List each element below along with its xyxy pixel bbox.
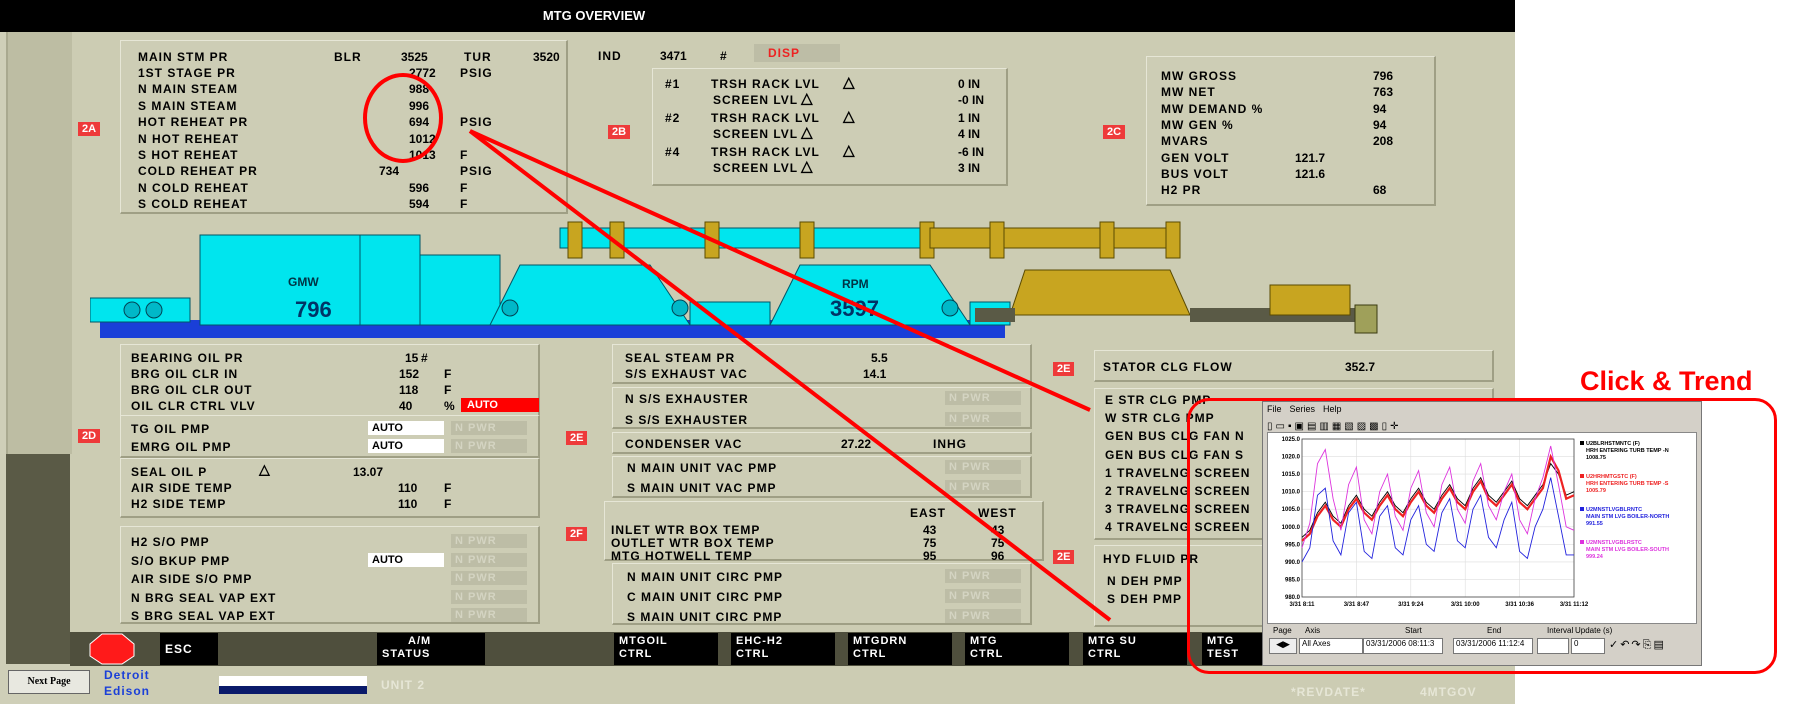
axis-select[interactable]: All Axes [1299, 638, 1363, 654]
trend-menu-bar: File Series Help [1267, 404, 1350, 414]
trend-menu-item[interactable]: Help [1323, 404, 1342, 414]
legend-value: 999.24 [1586, 554, 1604, 560]
update-input[interactable]: 0 [1571, 638, 1605, 654]
end-time-input[interactable]: 03/31/2006 11:12:4 [1453, 638, 1533, 654]
x-tick-label: 3/31 8:11 [1289, 602, 1315, 608]
footer-page-label: Page [1273, 626, 1292, 635]
trend-footer: Page Axis Start End Interval Update (s) … [1267, 626, 1697, 662]
footer-interval-label: Interval [1547, 626, 1574, 635]
interval-select[interactable] [1537, 638, 1569, 654]
y-tick-label: 1025.0 [1282, 437, 1301, 443]
legend-marker [1580, 474, 1584, 478]
trend-menu-item[interactable]: File [1267, 404, 1282, 414]
legend-marker [1580, 441, 1584, 445]
legend-value: 1008.75 [1586, 455, 1606, 461]
footer-start-label: Start [1405, 626, 1422, 635]
legend-tag: U2BLRHSTMNTC (F) [1586, 441, 1640, 447]
series-line-1 [1301, 453, 1575, 542]
y-tick-label: 980.0 [1285, 595, 1301, 601]
legend-value: 991.55 [1586, 521, 1603, 527]
legend-desc: MAIN STM LVG BOILER-SOUTH [1586, 547, 1669, 553]
callout-title: Click & Trend [1580, 366, 1753, 396]
y-tick-label: 1005.0 [1282, 507, 1301, 513]
trend-chart[interactable]: 1025.0 1020.0 1015.0 1010.0 1005.0 1000.0 995.… [1268, 433, 1696, 623]
y-tick-label: 1000.0 [1282, 525, 1301, 531]
x-tick-label: 3/31 9:24 [1398, 602, 1424, 608]
trend-plot-frame: 1025.0 1020.0 1015.0 1010.0 1005.0 1000.0 995.… [1267, 432, 1697, 624]
legend-desc: HRH ENTERING TURB TEMP -N [1586, 448, 1669, 454]
toolbar-icons[interactable]: ▯▭▪▣▤▥▦▧▨▩▯✛ [1267, 421, 1402, 432]
footer-update-label: Update (s) [1575, 626, 1613, 635]
legend-value: 1005.79 [1586, 488, 1606, 494]
page-nav-arrows[interactable]: ◀▶ [1269, 638, 1297, 654]
trend-menu-item[interactable]: Series [1290, 404, 1316, 414]
y-tick-label: 995.0 [1285, 542, 1301, 548]
x-tick-label: 3/31 10:00 [1451, 602, 1480, 608]
legend-desc: MAIN STM LVG BOILER-NORTH [1586, 514, 1669, 520]
x-tick-label: 3/31 10:36 [1505, 602, 1534, 608]
legend-marker [1580, 507, 1584, 511]
legend-tag: U2HRHMTGSTC (F) [1586, 474, 1637, 480]
trend-action-icons[interactable]: ✓↶↷⎘▤ [1609, 638, 1666, 652]
footer-axis-label: Axis [1305, 626, 1321, 635]
highlight-circle [363, 73, 443, 163]
y-tick-label: 1010.0 [1282, 490, 1301, 496]
x-tick-label: 3/31 11:12 [1560, 602, 1589, 608]
y-tick-label: 990.0 [1285, 560, 1301, 566]
footer-end-label: End [1487, 626, 1502, 635]
legend-tag: U2MNSTLVGBLRNTC [1586, 507, 1642, 513]
legend-marker [1580, 540, 1584, 544]
y-tick-label: 1015.0 [1282, 472, 1301, 478]
trend-window[interactable]: File Series Help ▯▭▪▣▤▥▦▧▨▩▯✛ 1025.0 1020.0… [1262, 401, 1702, 666]
y-tick-label: 985.0 [1285, 577, 1301, 583]
y-tick-label: 1020.0 [1282, 455, 1301, 461]
x-tick-label: 3/31 8:47 [1344, 602, 1370, 608]
legend-desc: HRH ENTERING TURB TEMP -S [1586, 481, 1669, 487]
legend-tag: U2MNSTLVGBLRSTC [1586, 540, 1642, 546]
trend-toolbar: ▯▭▪▣▤▥▦▧▨▩▯✛ [1267, 416, 1695, 432]
start-time-input[interactable]: 03/31/2006 08:11:3 [1363, 638, 1443, 654]
